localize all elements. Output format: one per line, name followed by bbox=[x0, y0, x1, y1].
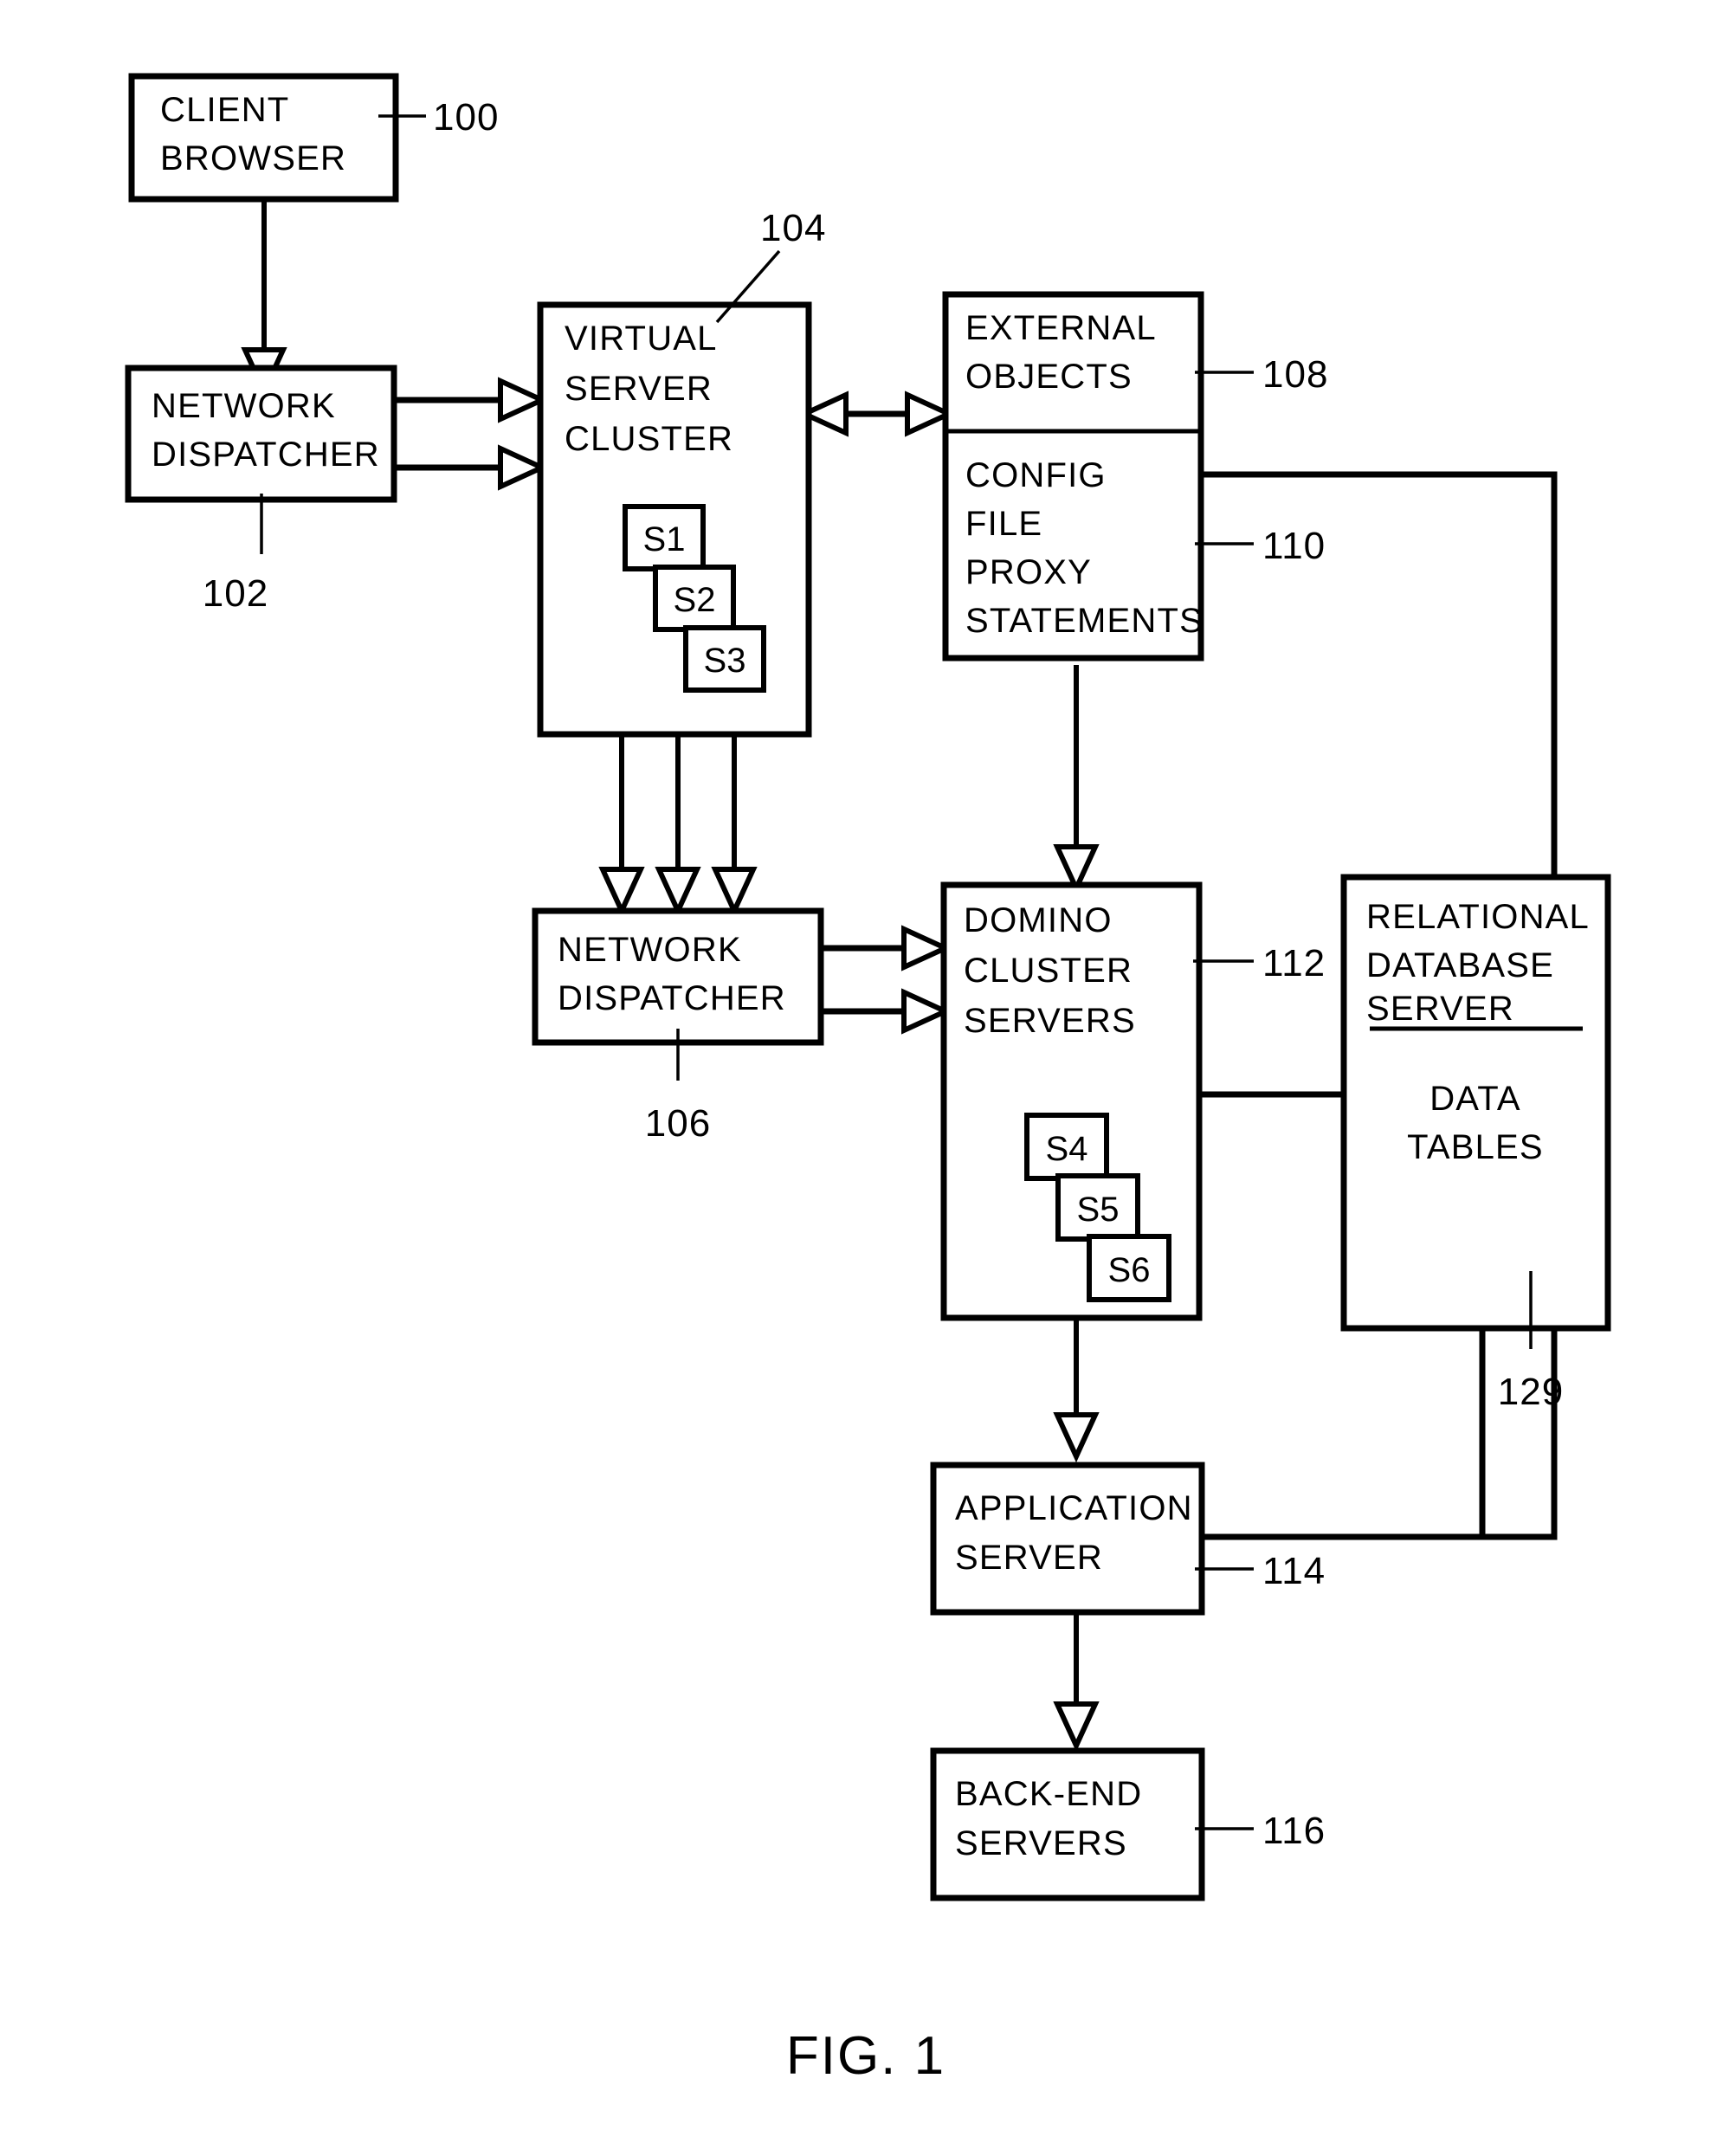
server-node-s6[interactable]: S6 bbox=[1087, 1234, 1171, 1302]
external-objects-line2: OBJECTS bbox=[965, 358, 1133, 396]
server-node-s1-label: S1 bbox=[643, 520, 686, 558]
rdb-line3: SERVER bbox=[1366, 990, 1514, 1028]
network-dispatcher-top-line1: NETWORK bbox=[152, 387, 336, 425]
domino-cluster-line1: DOMINO bbox=[964, 901, 1113, 939]
server-node-s1[interactable]: S1 bbox=[623, 504, 706, 571]
ref-label-100: 100 bbox=[433, 96, 499, 139]
application-server-line1: APPLICATION bbox=[955, 1489, 1193, 1527]
ref-114: 114 bbox=[1195, 1550, 1326, 1592]
rdb-data-tables-line2: TABLES bbox=[1407, 1128, 1544, 1166]
virtual-server-cluster-line1: VIRTUAL bbox=[565, 320, 718, 358]
client-browser-line2: BROWSER bbox=[160, 139, 346, 178]
connector-dispatcher-to-domino-1 bbox=[821, 929, 945, 967]
connector-dispatcher-to-vsc-1 bbox=[394, 381, 542, 419]
ref-106: 106 bbox=[645, 1029, 711, 1145]
ref-112: 112 bbox=[1193, 942, 1326, 984]
block-domino-cluster-servers[interactable]: DOMINO CLUSTER SERVERS S4 S5 S6 bbox=[940, 881, 1203, 1321]
external-objects-line1: EXTERNAL bbox=[965, 309, 1157, 347]
block-network-dispatcher-bottom[interactable]: NETWORK DISPATCHER bbox=[532, 907, 824, 1046]
block-network-dispatcher-top[interactable]: NETWORK DISPATCHER bbox=[125, 365, 397, 503]
ref-label-114: 114 bbox=[1262, 1550, 1326, 1592]
domino-cluster-line3: SERVERS bbox=[964, 1002, 1136, 1040]
ref-108: 108 bbox=[1195, 353, 1328, 396]
block-relational-database-server[interactable]: RELATIONAL DATABASE SERVER DATA TABLES bbox=[1340, 874, 1611, 1332]
server-node-s4-label: S4 bbox=[1046, 1130, 1088, 1168]
ref-label-106: 106 bbox=[645, 1102, 711, 1145]
ref-label-116: 116 bbox=[1262, 1810, 1326, 1852]
block-back-end-servers[interactable]: BACK-END SERVERS bbox=[930, 1747, 1205, 1901]
server-node-s2-label: S2 bbox=[674, 581, 716, 619]
connector-vsc-to-dispatcher-1 bbox=[603, 734, 641, 911]
patent-figure: CLIENT BROWSER 100 NETWORK DISPATCHER 10… bbox=[0, 0, 1736, 2143]
connector-config-to-domino bbox=[1057, 665, 1095, 888]
rdb-line2: DATABASE bbox=[1366, 946, 1554, 984]
ref-label-104: 104 bbox=[760, 207, 826, 249]
server-node-s2[interactable]: S2 bbox=[653, 565, 736, 632]
diagram-canvas: CLIENT BROWSER 100 NETWORK DISPATCHER 10… bbox=[125, 73, 1611, 2086]
block-application-server[interactable]: APPLICATION SERVER bbox=[930, 1462, 1205, 1616]
network-dispatcher-bottom-line1: NETWORK bbox=[558, 931, 742, 969]
server-node-s6-label: S6 bbox=[1108, 1251, 1151, 1289]
connector-client-to-dispatcher bbox=[245, 199, 283, 391]
application-server-line2: SERVER bbox=[955, 1539, 1103, 1577]
block-external-objects-config[interactable]: EXTERNAL OBJECTS CONFIG FILE PROXY STATE… bbox=[942, 291, 1204, 662]
rdb-line1: RELATIONAL bbox=[1366, 898, 1590, 936]
virtual-server-cluster-line3: CLUSTER bbox=[565, 420, 733, 458]
server-node-s5[interactable]: S5 bbox=[1055, 1173, 1140, 1242]
connector-dispatcher-to-vsc-2 bbox=[394, 449, 542, 487]
ref-label-129: 129 bbox=[1498, 1371, 1564, 1413]
config-file-line3: PROXY bbox=[965, 553, 1092, 591]
ref-label-108: 108 bbox=[1262, 353, 1328, 396]
server-node-s5-label: S5 bbox=[1077, 1191, 1120, 1229]
connector-vsc-to-dispatcher-2 bbox=[659, 734, 697, 911]
connector-vsc-to-external-objects bbox=[804, 395, 949, 433]
ref-label-102: 102 bbox=[203, 572, 268, 615]
back-end-servers-line1: BACK-END bbox=[955, 1775, 1142, 1813]
connector-vsc-to-dispatcher-3 bbox=[715, 734, 753, 911]
ref-110: 110 bbox=[1195, 525, 1326, 567]
block-virtual-server-cluster[interactable]: VIRTUAL SERVER CLUSTER S1 S2 S3 bbox=[537, 301, 812, 738]
rdb-data-tables-line1: DATA bbox=[1429, 1080, 1521, 1118]
ref-102: 102 bbox=[203, 494, 268, 615]
config-file-line4: STATEMENTS bbox=[965, 602, 1204, 640]
config-file-line2: FILE bbox=[965, 505, 1042, 543]
ref-label-112: 112 bbox=[1262, 942, 1326, 984]
connector-dispatcher-to-domino-2 bbox=[821, 992, 945, 1030]
ref-116: 116 bbox=[1195, 1810, 1326, 1852]
server-node-s3[interactable]: S3 bbox=[683, 625, 766, 693]
virtual-server-cluster-line2: SERVER bbox=[565, 370, 713, 408]
server-node-s4[interactable]: S4 bbox=[1024, 1113, 1109, 1181]
connector-domino-to-application bbox=[1057, 1318, 1095, 1456]
network-dispatcher-bottom-line2: DISPATCHER bbox=[558, 979, 786, 1017]
network-dispatcher-top-line2: DISPATCHER bbox=[152, 436, 380, 474]
client-browser-line1: CLIENT bbox=[160, 91, 289, 129]
figure-caption: FIG. 1 bbox=[786, 2026, 945, 2086]
config-file-line1: CONFIG bbox=[965, 456, 1107, 494]
server-node-s3-label: S3 bbox=[704, 642, 746, 680]
ref-label-110: 110 bbox=[1262, 525, 1326, 567]
block-client-browser[interactable]: CLIENT BROWSER bbox=[128, 73, 399, 203]
domino-cluster-line2: CLUSTER bbox=[964, 952, 1133, 990]
back-end-servers-line2: SERVERS bbox=[955, 1824, 1127, 1862]
connector-application-to-backend bbox=[1057, 1612, 1095, 1746]
